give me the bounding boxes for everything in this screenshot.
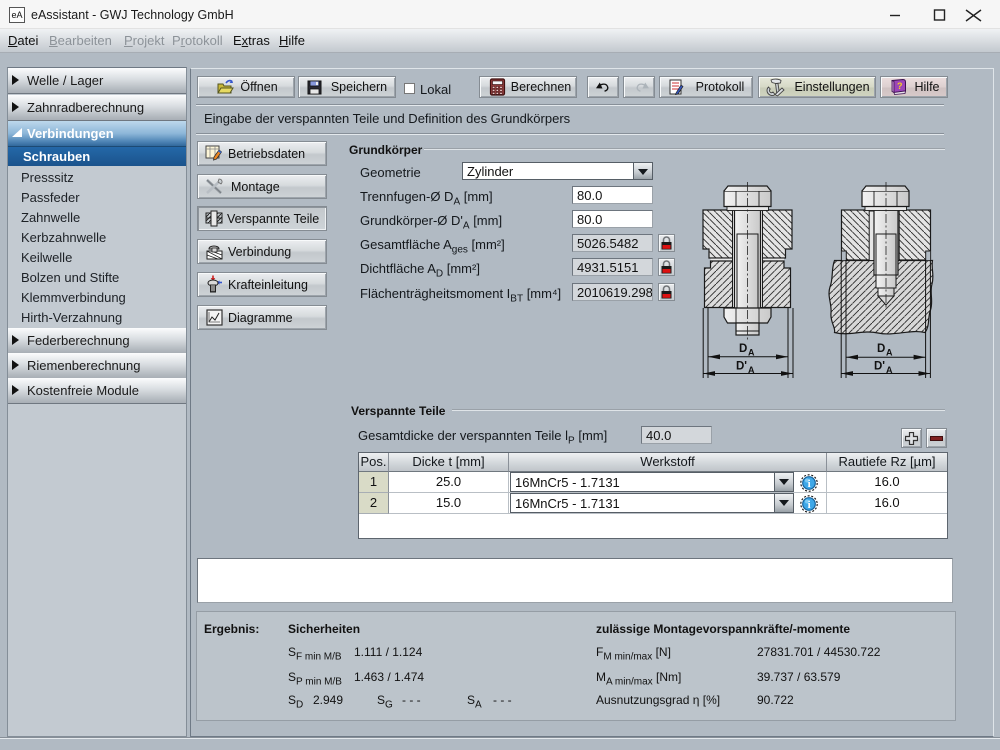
svg-text:A: A	[886, 365, 893, 375]
svg-text:?: ?	[897, 81, 903, 91]
svg-text:D: D	[739, 343, 747, 355]
svg-text:A: A	[748, 365, 755, 375]
svg-text:D': D'	[736, 361, 747, 373]
svg-text:i: i	[808, 499, 811, 511]
svg-text:D: D	[877, 343, 885, 355]
svg-text:D': D'	[874, 361, 885, 373]
svg-text:i: i	[808, 478, 811, 490]
svg-text:A: A	[886, 348, 893, 358]
svg-text:A: A	[748, 348, 755, 358]
